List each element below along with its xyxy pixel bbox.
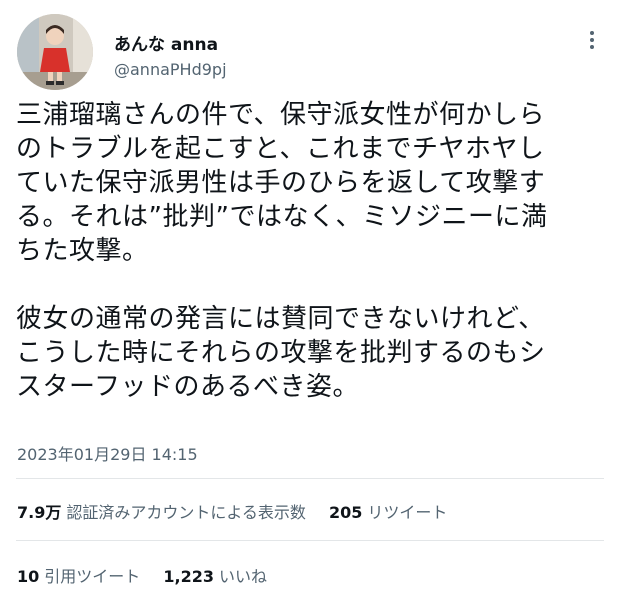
more-options-button[interactable] (578, 26, 606, 54)
quotes-count: 10 (17, 567, 40, 586)
avatar-photo-icon (17, 14, 93, 90)
divider (16, 478, 604, 479)
likes-stat[interactable]: 1,223 いいね (163, 563, 267, 587)
tweet-timestamp[interactable]: 2023年01月29日 14:15 (17, 441, 198, 465)
retweets-stat[interactable]: 205 リツイート (329, 499, 447, 523)
author-display-name[interactable]: あんな anna (114, 30, 218, 55)
views-count: 7.9万 (17, 503, 62, 522)
more-vertical-icon (590, 31, 594, 49)
views-label: 認証済みアカウントによる表示数 (66, 503, 306, 522)
tweet-text: 三浦瑠璃さんの件で、保守派女性が何かしら のトラブルを起こすと、これまでチヤホヤ… (16, 100, 548, 402)
retweets-label: リツイート (367, 503, 448, 522)
likes-label: いいね (218, 567, 267, 586)
stats-row-views-retweets: 7.9万 認証済みアカウントによる表示数 205 リツイート (17, 499, 465, 523)
quotes-stat[interactable]: 10 引用ツイート (17, 563, 140, 587)
quotes-label: 引用ツイート (44, 567, 141, 586)
avatar[interactable] (17, 14, 93, 90)
retweets-count: 205 (328, 503, 363, 522)
stats-row-quotes-likes: 10 引用ツイート 1,223 いいね (17, 563, 285, 587)
author-handle[interactable]: @annaPHd9pj (114, 60, 227, 79)
views-stat[interactable]: 7.9万 認証済みアカウントによる表示数 (17, 499, 306, 523)
tweet-header: あんな anna @annaPHd9pj (0, 0, 620, 96)
likes-count: 1,223 (163, 567, 214, 586)
divider (16, 540, 604, 541)
